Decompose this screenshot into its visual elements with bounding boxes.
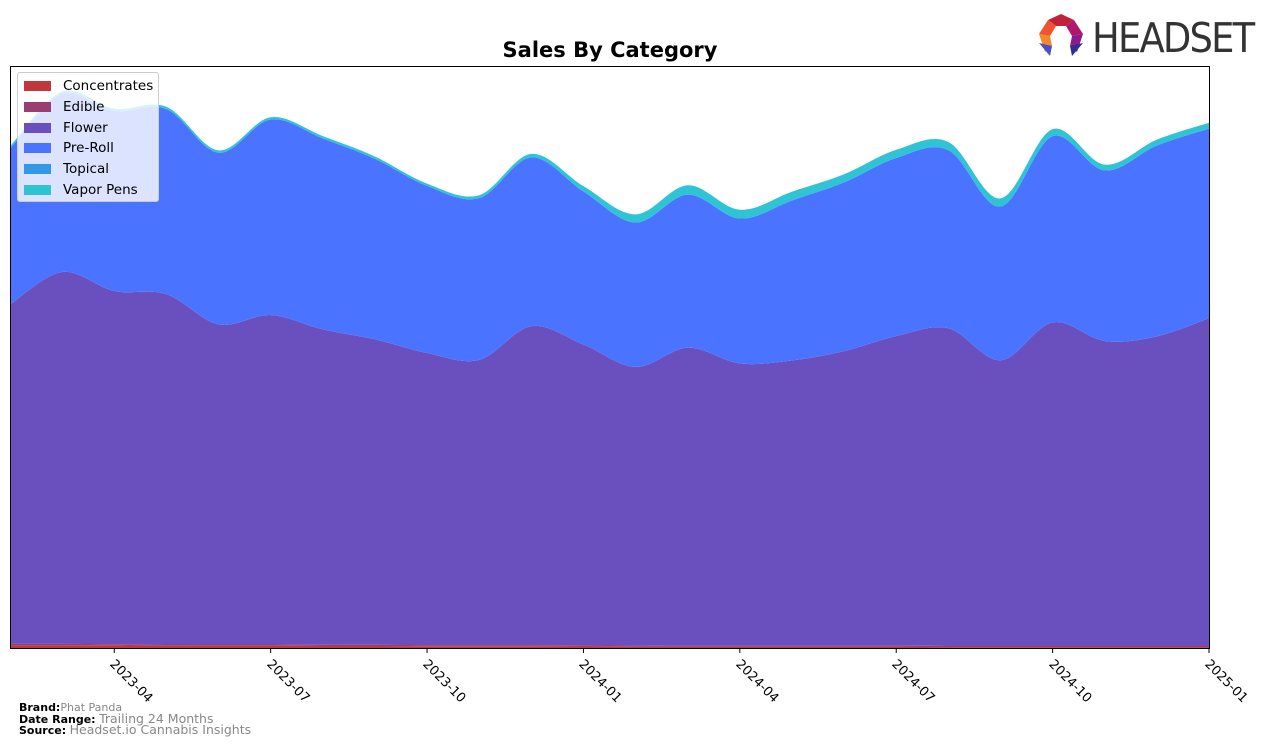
- legend-swatch: [24, 101, 51, 112]
- legend-label: Vapor Pens: [63, 182, 138, 198]
- legend-item-vapor-pens: Vapor Pens: [24, 181, 138, 199]
- legend: Concentrates Edible Flower Pre-Roll Topical V…: [17, 72, 159, 202]
- legend-item-flower: Flower: [24, 119, 108, 137]
- legend-swatch: [24, 81, 51, 91]
- legend-label: Flower: [63, 119, 108, 136]
- legend-swatch: [24, 122, 51, 133]
- legend-item-pre-roll: Pre-Roll: [24, 139, 114, 157]
- plot-area: [10, 66, 1210, 653]
- legend-swatch: [24, 164, 51, 175]
- source-value: Headset.io Cannabis Insights: [69, 722, 252, 737]
- legend-label: Edible: [63, 98, 105, 115]
- legend-swatch: [24, 143, 51, 154]
- legend-label: Pre-Roll: [63, 140, 114, 157]
- source-label: Source:: [19, 724, 67, 737]
- legend-label: Concentrates: [63, 78, 154, 94]
- legend-item-concentrates: Concentrates: [24, 77, 153, 95]
- legend-label: Topical: [63, 161, 109, 178]
- legend-swatch: [24, 185, 51, 195]
- source-line: Source: Headset.io Cannabis Insights: [19, 722, 252, 737]
- legend-item-edible: Edible: [24, 98, 104, 116]
- legend-item-topical: Topical: [24, 160, 109, 178]
